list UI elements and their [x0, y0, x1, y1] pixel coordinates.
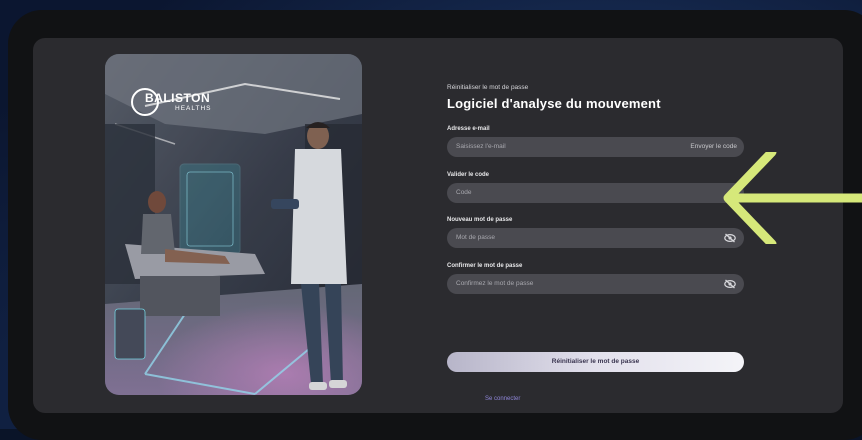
new-password-placeholder: Mot de passe: [456, 234, 496, 241]
email-field[interactable]: Saisissez l'e-mail Envoyer le code: [447, 137, 744, 157]
eye-off-icon[interactable]: [724, 279, 736, 289]
confirm-password-label: Confirmer le mot de passe: [447, 263, 523, 269]
login-link[interactable]: Se connecter: [485, 396, 520, 402]
code-placeholder: Code: [456, 189, 472, 196]
reset-password-button-label: Réinitialiser le mot de passe: [551, 358, 640, 365]
page-title: Logiciel d'analyse du mouvement: [447, 96, 661, 111]
email-label: Adresse e-mail: [447, 126, 490, 132]
email-placeholder: Saisissez l'e-mail: [456, 143, 506, 150]
brand-subtitle: HEALTHS: [175, 105, 212, 112]
new-password-field[interactable]: Mot de passe: [447, 228, 744, 248]
new-password-label: Nouveau mot de passe: [447, 217, 513, 223]
reset-password-button[interactable]: Réinitialiser le mot de passe: [447, 352, 744, 372]
code-label: Valider le code: [447, 172, 490, 178]
arrow-left-icon: [723, 152, 862, 244]
form-subtitle: Réinitialiser le mot de passe: [447, 84, 529, 91]
hero-illustration: BALISTON HEALTHS: [105, 54, 362, 395]
brand-logo: BALISTON HEALTHS: [131, 88, 219, 116]
code-field[interactable]: Code: [447, 183, 744, 203]
confirm-password-placeholder: Confirmez le mot de passe: [456, 280, 534, 287]
confirm-password-field[interactable]: Confirmez le mot de passe: [447, 274, 744, 294]
brand-name: BALISTON: [145, 91, 211, 105]
send-code-button[interactable]: Envoyer le code: [690, 143, 737, 150]
